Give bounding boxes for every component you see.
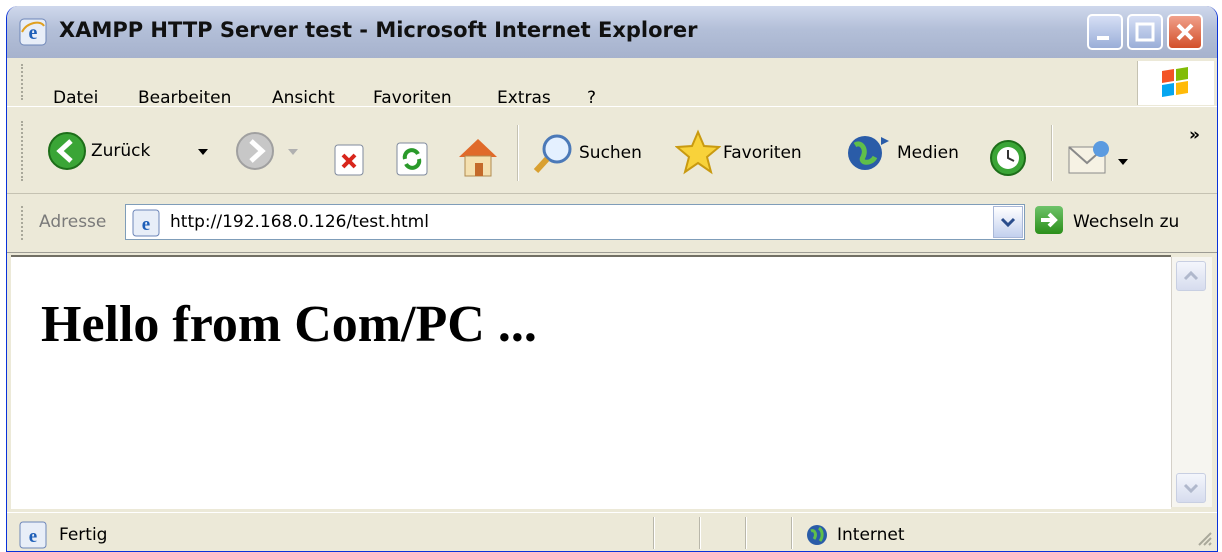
home-icon[interactable] — [455, 135, 501, 179]
svg-text:e: e — [142, 214, 150, 235]
stop-icon[interactable] — [333, 143, 365, 177]
windows-flag-icon — [1162, 67, 1188, 97]
vertical-scrollbar[interactable] — [1171, 257, 1212, 507]
window-title: XAMPP HTTP Server test - Microsoft Inter… — [59, 18, 698, 42]
address-bar: Adresse e http://192.168.0.126/test.html… — [7, 194, 1217, 253]
search-icon — [533, 134, 572, 174]
page-status-icon: e — [19, 521, 47, 549]
scroll-up-button[interactable] — [1176, 261, 1206, 291]
standard-toolbar: Zurück Suchen Favoriten Medien » — [7, 107, 1217, 194]
status-divider — [791, 517, 793, 549]
resize-grip-icon[interactable] — [1195, 529, 1213, 547]
favorites-label: Favoriten — [723, 143, 802, 163]
go-arrow-icon — [1041, 212, 1058, 228]
minimize-icon — [1097, 36, 1109, 40]
back-dropdown-icon[interactable] — [197, 147, 209, 157]
back-label: Zurück — [91, 141, 151, 161]
menu-grip[interactable] — [21, 64, 26, 100]
menu-item-extras[interactable]: Extras — [497, 88, 551, 108]
mail-button[interactable] — [1065, 137, 1135, 181]
page-icon: e — [132, 209, 160, 237]
svg-text:e: e — [29, 526, 37, 547]
scroll-down-button[interactable] — [1176, 473, 1206, 503]
back-arrow-icon — [48, 132, 86, 170]
address-url: http://192.168.0.126/test.html — [170, 212, 429, 232]
address-input[interactable]: e http://192.168.0.126/test.html — [125, 204, 1025, 240]
maximize-icon — [1135, 22, 1155, 42]
media-button[interactable]: Medien — [845, 129, 975, 177]
globe-icon — [807, 525, 827, 545]
toolbar-separator — [1051, 125, 1053, 181]
go-button[interactable] — [1035, 206, 1063, 234]
address-dropdown-button[interactable] — [993, 206, 1023, 238]
menu-item-favoriten[interactable]: Favoriten — [373, 88, 452, 108]
address-label: Adresse — [39, 212, 107, 232]
close-button[interactable] — [1167, 14, 1203, 50]
address-grip[interactable] — [21, 206, 26, 240]
page-content: Hello from Com/PC ... — [11, 255, 1171, 509]
chevron-up-icon — [1183, 270, 1199, 281]
windows-logo — [1137, 61, 1214, 105]
page-heading: Hello from Com/PC ... — [41, 296, 537, 353]
media-icon — [848, 136, 889, 170]
menu-item-help[interactable]: ? — [587, 88, 596, 108]
status-divider — [745, 517, 747, 549]
minimize-button[interactable] — [1087, 14, 1123, 50]
menu-bar: Datei Bearbeiten Ansicht Favoriten Extra… — [7, 58, 1217, 108]
mail-dropdown-icon[interactable] — [1117, 157, 1129, 167]
forward-button[interactable] — [235, 127, 315, 175]
menu-item-bearbeiten[interactable]: Bearbeiten — [138, 88, 231, 108]
refresh-icon[interactable] — [395, 141, 429, 177]
ie-icon: e — [19, 18, 47, 46]
security-zone: Internet — [837, 525, 905, 545]
mail-icon — [1068, 141, 1109, 174]
history-icon[interactable] — [987, 137, 1029, 179]
status-bar: e Fertig Internet — [7, 512, 1217, 551]
search-button[interactable]: Suchen — [531, 129, 659, 177]
close-icon — [1176, 23, 1194, 41]
forward-dropdown-icon — [288, 149, 298, 155]
title-bar[interactable]: e XAMPP HTTP Server test - Microsoft Int… — [7, 6, 1217, 58]
go-label[interactable]: Wechseln zu — [1073, 212, 1179, 232]
toolbar-separator — [517, 125, 519, 181]
favorites-star-icon — [675, 129, 721, 175]
media-label: Medien — [897, 143, 959, 163]
toolbar-overflow-chevron[interactable]: » — [1189, 125, 1200, 145]
maximize-button[interactable] — [1127, 14, 1163, 50]
status-text: Fertig — [59, 525, 108, 545]
favorites-button[interactable]: Favoriten — [675, 129, 825, 177]
status-divider — [653, 517, 655, 549]
back-button[interactable]: Zurück — [47, 127, 217, 175]
forward-arrow-icon — [236, 132, 274, 170]
search-label: Suchen — [579, 143, 642, 163]
toolbar-grip[interactable] — [21, 121, 26, 181]
chevron-down-icon — [1000, 217, 1016, 228]
menu-item-datei[interactable]: Datei — [53, 88, 98, 108]
chevron-down-icon — [1183, 483, 1199, 494]
status-divider — [699, 517, 701, 549]
browser-window: e XAMPP HTTP Server test - Microsoft Int… — [6, 6, 1218, 552]
menu-item-ansicht[interactable]: Ansicht — [272, 88, 335, 108]
